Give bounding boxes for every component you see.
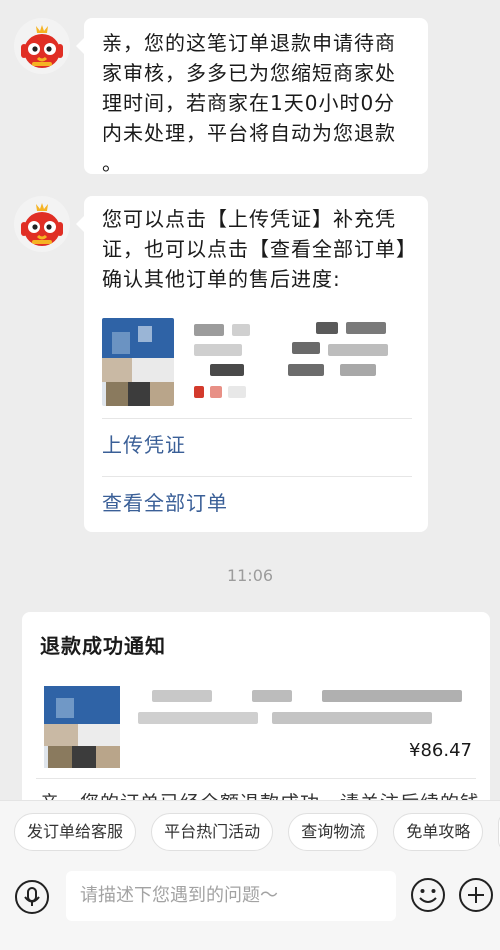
divider	[36, 778, 476, 779]
view-all-orders-link[interactable]: 查看全部订单	[102, 488, 228, 518]
upload-proof-link[interactable]: 上传凭证	[102, 430, 186, 460]
notification-title: 退款成功通知	[40, 634, 166, 658]
blurred-text	[272, 712, 432, 724]
message-timestamp: 11:06	[226, 566, 274, 585]
quick-actions: 发订单给客服 平台热门活动 查询物流 免单攻略	[14, 813, 500, 851]
product-thumbnail	[102, 318, 174, 406]
blurred-text	[152, 690, 212, 702]
more-button[interactable]	[458, 877, 494, 917]
message-bubble: 亲，您的这笔订单退款申请待商家审核，多多已为您缩短商家处理时间，若商家在1天0小…	[76, 18, 428, 175]
message-input[interactable]: 请描述下您遇到的问题～	[66, 871, 396, 921]
blurred-text	[322, 690, 462, 702]
message-bubble: 您可以点击【上传凭证】补充凭证，也可以点击【查看全部订单】确认其他订单的售后进度…	[76, 196, 428, 532]
voice-button[interactable]	[14, 879, 50, 919]
quick-action-track-logistics[interactable]: 查询物流	[288, 813, 379, 851]
divider	[102, 418, 412, 419]
emoji-button[interactable]	[410, 877, 446, 917]
bottom-bar: 发订单给客服 平台热门活动 查询物流 免单攻略 请描述下您遇到的问题～	[0, 800, 500, 950]
product-thumbnail	[44, 686, 120, 768]
refund-amount: ¥86.47	[409, 740, 472, 761]
plus-icon	[459, 878, 493, 912]
quick-action-hot-events[interactable]: 平台热门活动	[151, 813, 274, 851]
blurred-text	[138, 712, 258, 724]
chat-area[interactable]: 亲，您的这笔订单退款申请待商家审核，多多已为您缩短商家处理时间，若商家在1天0小…	[0, 0, 500, 800]
notification-body: 亲，您的订单已经全额退款成功，请关注后续的钱	[40, 788, 480, 800]
microphone-icon	[15, 880, 49, 914]
divider	[102, 476, 412, 477]
message-text: 亲，您的这笔订单退款申请待商家审核，多多已为您缩短商家处理时间，若商家在1天0小…	[102, 31, 396, 175]
bot-avatar[interactable]	[14, 196, 70, 252]
quick-action-send-order[interactable]: 发订单给客服	[14, 813, 137, 851]
message-text: 您可以点击【上传凭证】补充凭证，也可以点击【查看全部订单】确认其他订单的售后进度…	[102, 207, 407, 291]
refund-notification-card[interactable]: 退款成功通知 ¥86.47 亲，您的订单已经全额退款成功，请关注后续的钱	[22, 612, 490, 800]
emoji-icon	[411, 878, 445, 912]
quick-action-free-order-guide[interactable]: 免单攻略	[393, 813, 484, 851]
order-preview[interactable]	[102, 312, 410, 414]
blurred-text	[252, 690, 292, 702]
bot-avatar[interactable]	[14, 18, 70, 74]
